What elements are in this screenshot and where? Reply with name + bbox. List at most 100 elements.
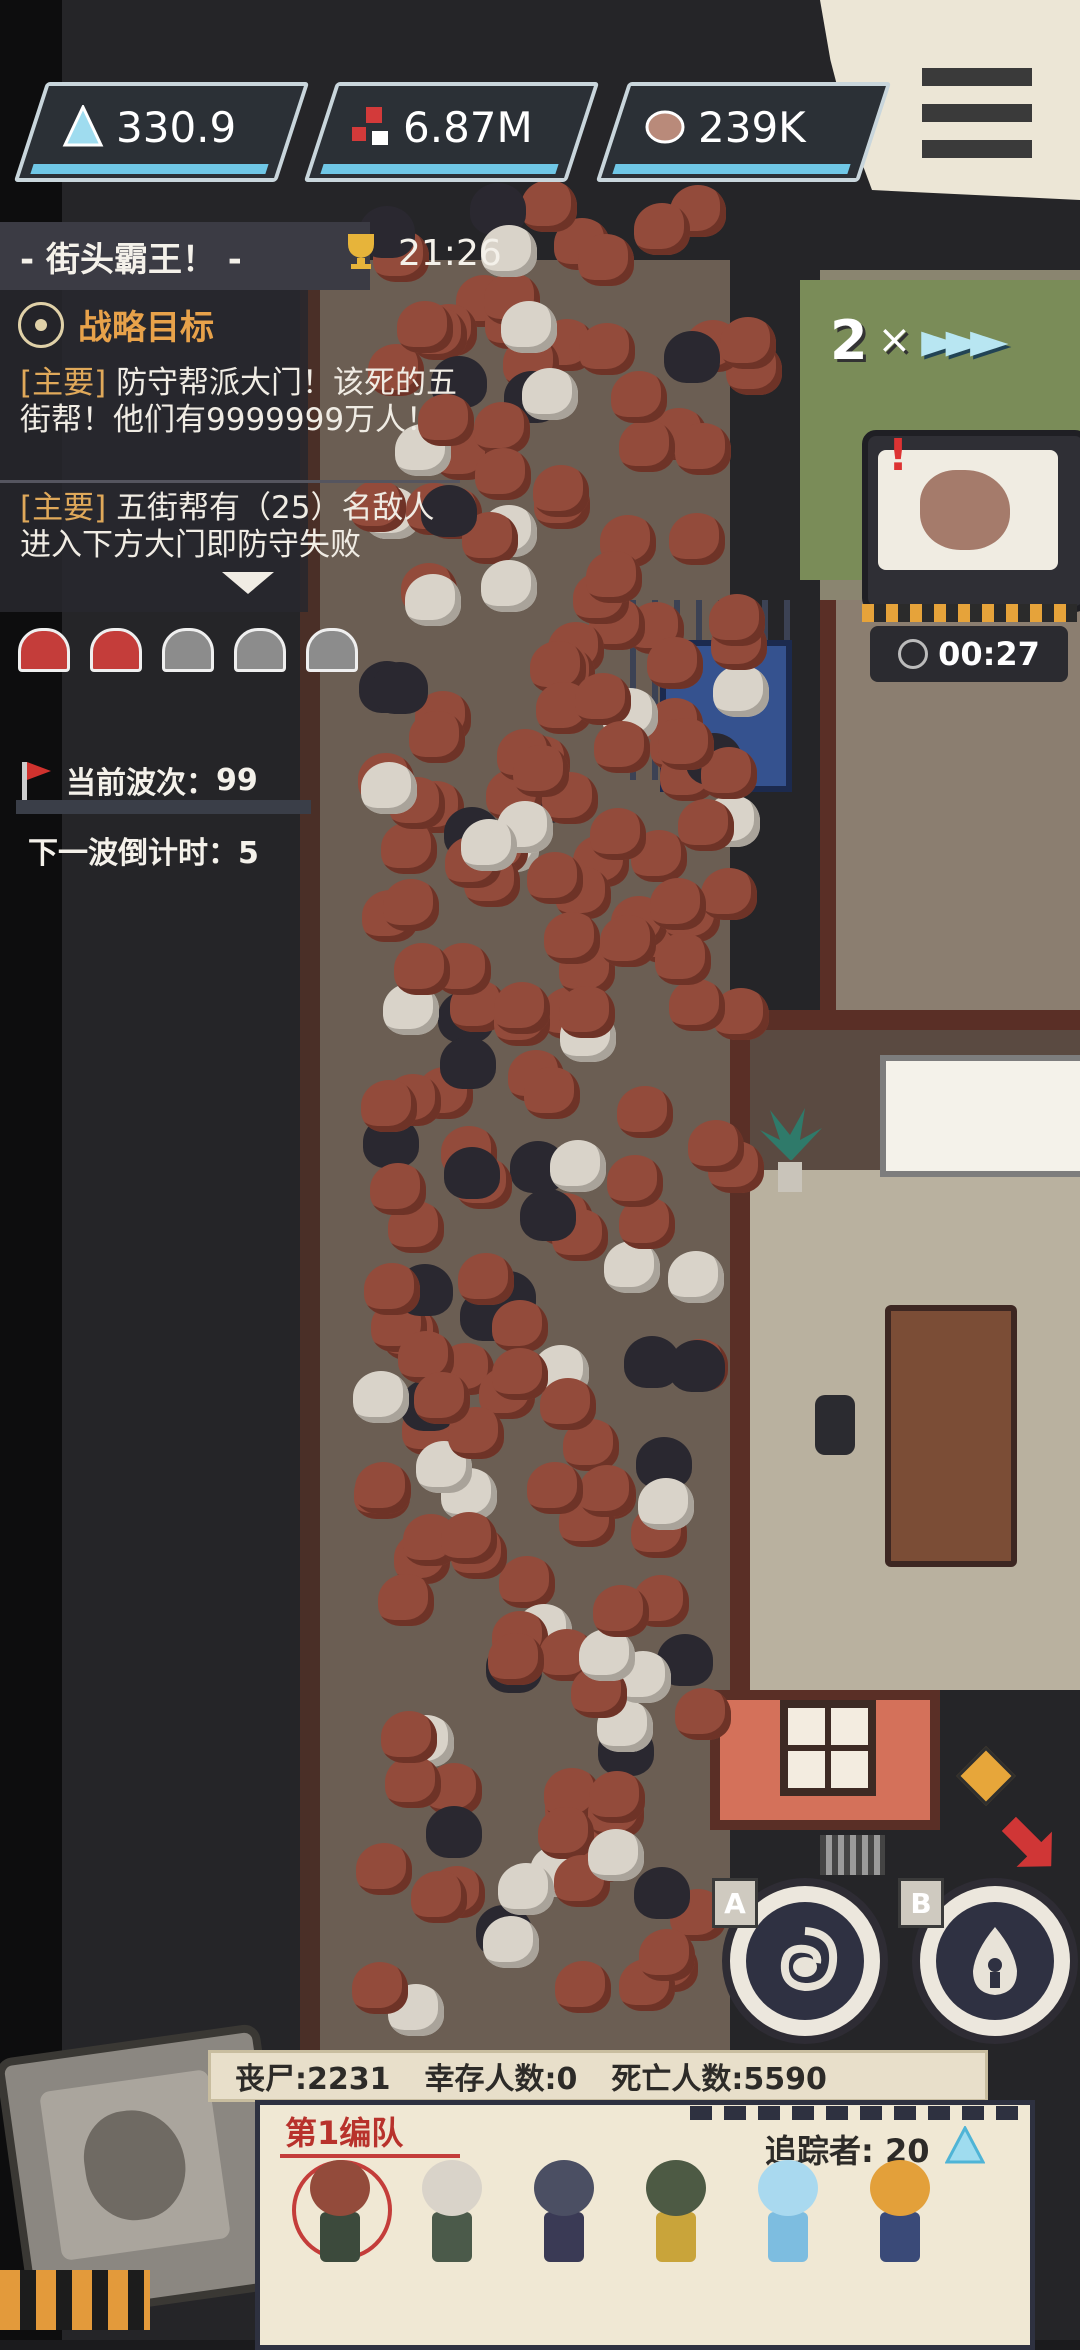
zombie-sprite: [669, 979, 725, 1031]
tracker-crystal-icon: [58, 102, 108, 152]
zombie-sprite: [575, 673, 631, 725]
objectives-label: 战略目标: [78, 308, 214, 348]
zombie-horde[interactable]: [350, 180, 782, 2060]
resource-crystal[interactable]: 330.9: [58, 92, 236, 162]
zombie-sprite: [381, 1711, 437, 1763]
zombie-sprite: [588, 1829, 644, 1881]
panel-dashes: [690, 2106, 1020, 2120]
zombie-count: 丧尸:2231: [235, 2062, 391, 2097]
zombie-sprite: [594, 721, 650, 773]
zombie-sprite: [647, 637, 703, 689]
zombie-sprite: [444, 1147, 500, 1199]
zombie-sprite: [586, 551, 642, 603]
next-wave-value: 5: [238, 836, 259, 871]
tracker-crystal-icon: [944, 2124, 986, 2175]
helmet-icon: [18, 628, 70, 672]
unit-head: [422, 2160, 482, 2216]
team-unit-hardhat-worker[interactable]: [860, 2160, 940, 2270]
flag-icon: [22, 762, 54, 802]
zombie-sprite: [364, 1263, 420, 1315]
meat-reward-icon: [920, 470, 1010, 550]
resource-meat[interactable]: 239K: [640, 92, 806, 162]
team-units: [292, 2160, 940, 2270]
helmet-icon: [162, 628, 214, 672]
zombie-sprite: [639, 1929, 695, 1981]
speed-symbol: ×: [877, 317, 912, 363]
survivor-count: 幸存人数:0: [424, 2062, 578, 2097]
current-wave-label: 当前波次：: [66, 766, 216, 801]
hazard-stripes: [0, 2270, 150, 2330]
zombie-sprite: [559, 986, 615, 1038]
current-wave-value: 99: [216, 762, 258, 798]
target-icon: [18, 301, 64, 348]
unit-head: [758, 2160, 818, 2216]
team-title[interactable]: 第1编队: [285, 2108, 403, 2154]
zombie-sprite: [475, 448, 531, 500]
zombie-sprite: [520, 1189, 576, 1241]
zombie-sprite: [611, 371, 667, 423]
zombie-sprite: [409, 711, 465, 763]
team-unit-blue-ghost[interactable]: [748, 2160, 828, 2270]
zombie-sprite: [589, 1771, 645, 1823]
zombie-sprite: [361, 762, 417, 814]
lives-indicator: [18, 628, 358, 672]
zombie-sprite: [426, 1806, 482, 1858]
team-unit-red-head-zombie[interactable]: [292, 2160, 392, 2270]
helmet-icon: [306, 628, 358, 672]
zombie-sprite: [458, 1253, 514, 1305]
zombie-sprite: [578, 234, 634, 286]
whiteboard: [880, 1055, 1080, 1177]
unit-body: [768, 2212, 808, 2262]
fast-forward-icon: ►►►: [921, 311, 1008, 369]
objective-item: [主要] 五街帮有（25）名敌人进入下方大门即防守失败: [20, 490, 460, 564]
resource-meat-value: 239K: [698, 102, 806, 152]
objective-tag: [主要]: [20, 365, 107, 401]
zombie-sprite: [385, 1756, 441, 1808]
unit-head: [310, 2160, 370, 2216]
zombie-sprite: [524, 1067, 580, 1119]
zombie-sprite: [720, 317, 776, 369]
reward-timer-value: 00:27: [938, 635, 1040, 673]
menu-line: [922, 104, 1032, 122]
team-unit-white-head-zombie[interactable]: [412, 2160, 492, 2270]
zombie-sprite: [590, 808, 646, 860]
divider: [0, 480, 460, 483]
team-unit-green-zombie[interactable]: [636, 2160, 716, 2270]
zombie-sprite: [372, 662, 428, 714]
zombie-sprite: [669, 1340, 725, 1392]
office-desk: [885, 1305, 1017, 1567]
zombie-sprite: [356, 1843, 412, 1895]
team-title-underline: [280, 2154, 460, 2158]
zombie-sprite: [370, 1163, 426, 1215]
zombie-sprite: [638, 1478, 694, 1530]
zombie-sprite: [440, 1037, 496, 1089]
chevron-down-icon[interactable]: [222, 572, 274, 594]
team-unit-dark-beast[interactable]: [524, 2160, 604, 2270]
zombie-sprite: [655, 933, 711, 985]
objective-item: [主要] 防守帮派大门！该死的五街帮！他们有9999999万人！: [20, 365, 460, 439]
zombie-sprite: [527, 1462, 583, 1514]
helmet-icon: [234, 628, 286, 672]
speed-multiplier: 2: [830, 308, 868, 372]
zombie-sprite: [617, 1086, 673, 1138]
zombie-sprite: [397, 301, 453, 353]
menu-button[interactable]: [922, 68, 1032, 158]
stage-title: - 街头霸王！ -: [20, 240, 242, 280]
zombie-sprite: [521, 180, 577, 232]
zombie-sprite: [394, 943, 450, 995]
helmet-icon: [90, 628, 142, 672]
zombie-sprite: [675, 1688, 731, 1740]
zombie-sprite: [634, 203, 690, 255]
zombie-sprite: [498, 1863, 554, 1915]
speed-button[interactable]: 2 × ►►►: [830, 295, 1070, 385]
zombie-sprite: [383, 879, 439, 931]
death-count: 死亡人数:5590: [611, 2062, 827, 2097]
gem-icon[interactable]: [956, 1746, 1016, 1806]
resource-cells[interactable]: 6.87M: [345, 92, 533, 162]
objectives-header[interactable]: 战略目标: [18, 300, 214, 349]
zombie-sprite: [709, 594, 765, 646]
zombie-sprite: [678, 799, 734, 851]
unit-body: [880, 2212, 920, 2262]
zombie-sprite: [688, 1120, 744, 1172]
zombie-sprite: [522, 368, 578, 420]
